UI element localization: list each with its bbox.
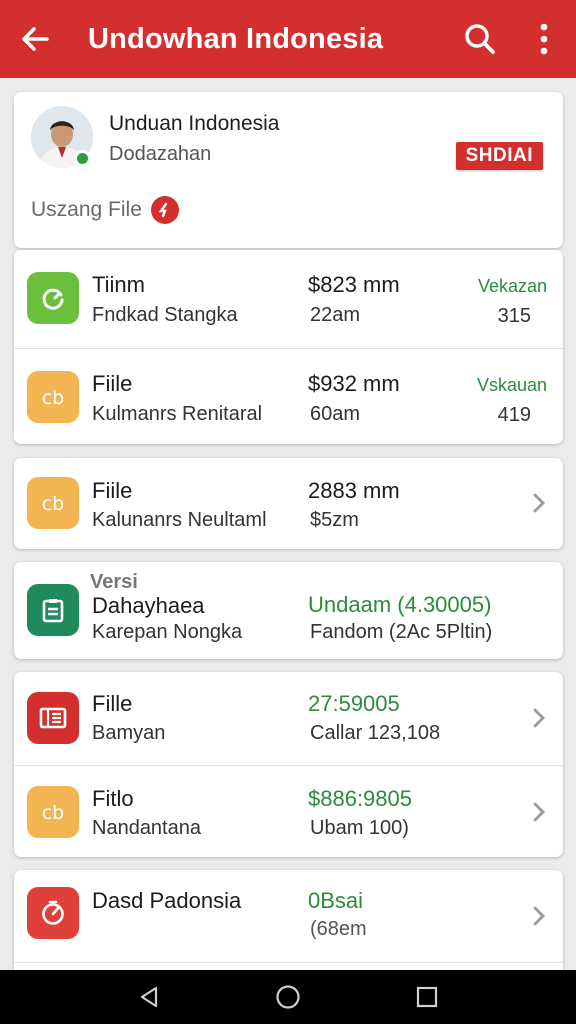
version-card[interactable]: Versi Dahayhaea Karepan Nongka Undaam (4… [14,562,563,659]
profile-card: Unduan Indonesia Dodazahan SHDIAI Uszang… [14,92,563,248]
item-amount: 2883 mm [308,478,400,503]
nav-home-icon [276,985,300,1009]
profile-badge[interactable]: SHDIAI [455,142,543,170]
more-options-button[interactable] [512,0,576,78]
list-item[interactable]: cb Fiile Kulmanrs Renitaral $932 mm 60am… [14,348,563,444]
item-title: Dasd Padonsia [92,888,242,913]
svg-text:cb: cb [42,802,65,824]
chevron-right-icon [529,798,549,826]
item-title: Tiinm [92,272,145,297]
clipboard-icon [27,584,79,636]
version-number: Undaam (4.30005) [308,592,492,617]
file-type-icon: cb [27,786,79,838]
item-title: Fitlo [92,786,134,811]
item-count: 419 [497,404,531,426]
item-time: 60am [310,403,361,425]
refresh-icon [27,272,79,324]
version-subtitle: Karepan Nongka [92,621,243,643]
profile-name: Unduan Indonesia [109,112,280,135]
book-icon [27,692,79,744]
item-title: Fiile [92,478,133,503]
location-card: Dasd Padonsia 0Bsai (68em [14,870,563,970]
nav-back-icon [141,986,158,1008]
item-count: 315 [497,305,531,327]
list-item[interactable]: cb Fitlo Nandantana $886:9805 Ubam 100) [14,765,563,857]
content-scroll[interactable]: Unduan Indonesia Dodazahan SHDIAI Uszang… [0,78,576,970]
list-item[interactable]: Fille Bamyan 27:59005 Callar 123,108 [14,672,563,765]
back-button[interactable] [0,0,70,78]
item-value: 27:59005 [308,691,400,716]
nav-back-button[interactable] [129,977,169,1017]
file-type-icon: cb [27,477,79,529]
item-subtitle: Nandantana [92,817,201,839]
item-time: $5zm [310,509,359,531]
item-value: $886:9805 [308,786,412,811]
item-status: Vekazan [477,276,547,296]
item-time: 22am [310,304,361,326]
item-status: Vskauan [476,375,547,395]
list-item[interactable] [14,962,563,970]
item-detail: (68em [310,918,367,940]
item-title: Fille [92,691,133,716]
item-detail: Ubam 100) [310,817,409,839]
item-detail: Callar 123,108 [310,722,441,744]
file-type-icon: cb [27,371,79,423]
list-item[interactable]: cb Fiile Kalunanrs Neultaml 2883 mm $5zm [14,458,563,549]
item-subtitle: Kalunanrs Neultaml [92,509,267,531]
system-nav-bar [0,970,576,1024]
more-vert-icon [540,23,548,55]
search-button[interactable] [448,0,512,78]
item-title: Fiile [92,371,133,396]
profile-subtitle: Dodazahan [109,143,212,165]
list-item[interactable]: Tiinm Fndkad Stangka $823 mm 22am Vekaza… [14,250,563,346]
item-subtitle: Kulmanrs Renitaral [92,403,263,425]
item-amount: $823 mm [308,272,400,297]
item-subtitle: Bamyan [92,722,166,744]
chevron-right-icon [529,489,549,517]
file-label: Uszang File [31,198,142,221]
search-icon [465,24,495,54]
app-bar: Undowhan Indonesia [0,0,576,78]
item-value: 0Bsai [308,888,364,913]
nav-recents-icon [416,986,437,1008]
record-list-card: Fille Bamyan 27:59005 Callar 123,108 cb … [14,672,563,857]
version-title: Dahayhaea [92,593,205,618]
file-link[interactable]: Uszang File [31,196,179,224]
chevron-right-icon [529,704,549,732]
svg-text:cb: cb [42,387,65,409]
file-item-card: cb Fiile Kalunanrs Neultaml 2883 mm $5zm [14,458,563,549]
nav-recents-button[interactable] [407,977,447,1017]
version-overline: Versi [90,571,138,593]
item-subtitle: Fndkad Stangka [92,304,238,326]
page-title: Undowhan Indonesia [88,22,384,55]
nav-home-button[interactable] [268,977,308,1017]
version-detail: Fandom (2Ac 5Pltin) [310,621,493,643]
list-item[interactable]: Dasd Padonsia 0Bsai (68em [14,870,563,962]
item-amount: $932 mm [308,371,400,396]
arrow-back-icon [22,27,49,51]
online-status-indicator [74,150,91,167]
timer-icon [27,887,79,939]
chevron-right-icon [529,902,549,930]
svg-text:cb: cb [42,493,65,515]
file-status-icon [150,196,179,224]
file-list-card: Tiinm Fndkad Stangka $823 mm 22am Vekaza… [14,250,563,444]
